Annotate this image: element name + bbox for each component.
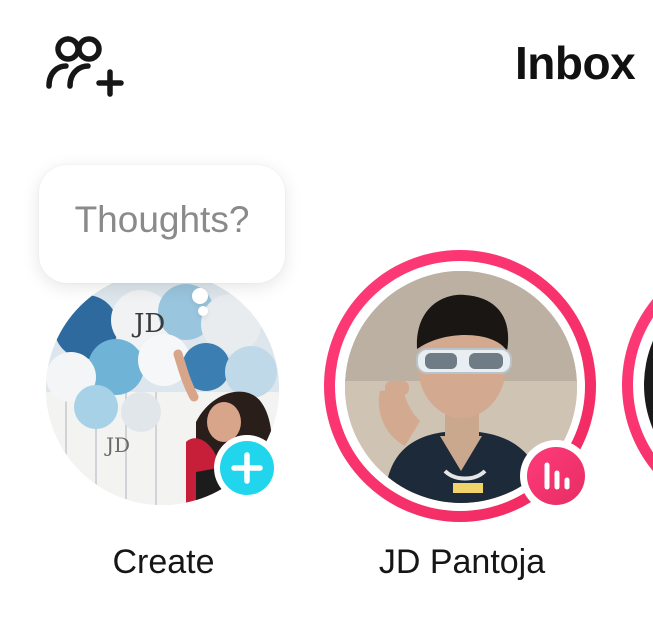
story-jd-pantoja[interactable]: JD Pantoja	[322, 248, 602, 600]
add-friends-icon	[46, 36, 124, 97]
story-create[interactable]: JD JD Thoughts? Create	[36, 160, 291, 600]
audio-badge[interactable]	[520, 440, 592, 512]
partial-avatar	[644, 272, 653, 498]
inbox-screen: Inbox JD JD Thoughts? Create JD Pantoja	[0, 0, 653, 638]
page-title: Inbox	[515, 37, 636, 89]
story-next-partial[interactable]	[622, 250, 653, 520]
svg-text:JD: JD	[104, 433, 130, 457]
thought-bubble-dot-small	[198, 306, 208, 316]
add-friends-button[interactable]	[44, 34, 124, 98]
thought-bubble[interactable]: Thoughts?	[39, 165, 285, 283]
story-ring-partial	[622, 250, 653, 520]
create-plus-badge[interactable]	[214, 435, 280, 501]
audio-bars-icon	[544, 462, 570, 490]
thought-bubble-text: Thoughts?	[74, 199, 250, 240]
story-label-jd-pantoja: JD Pantoja	[378, 543, 546, 581]
story-label-create: Create	[112, 543, 215, 581]
svg-text:JD: JD	[131, 309, 165, 339]
plus-icon	[231, 452, 263, 484]
thought-bubble-dot-large	[192, 288, 208, 304]
